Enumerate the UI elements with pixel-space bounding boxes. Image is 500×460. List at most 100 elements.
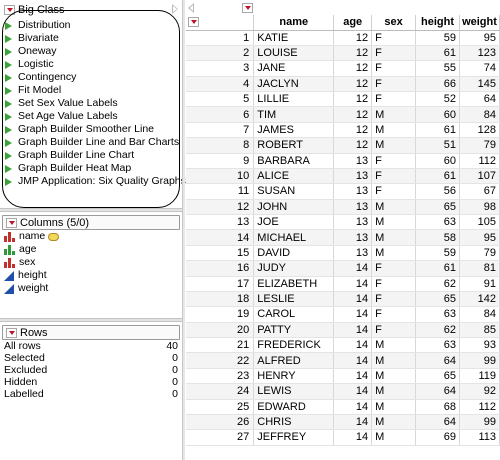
row-number[interactable]: 1	[186, 30, 255, 46]
cell-age[interactable]: 14	[333, 399, 373, 415]
script-item[interactable]: Graph Builder Smoother Line	[5, 123, 186, 136]
cell-age[interactable]: 14	[333, 352, 373, 369]
cell-age[interactable]: 14	[333, 260, 373, 277]
cell-name[interactable]: LEWIS	[253, 383, 335, 400]
cell-age[interactable]: 12	[333, 137, 373, 154]
cell-age[interactable]: 14	[333, 414, 373, 431]
cell-sex[interactable]: F	[371, 276, 417, 292]
cell-name[interactable]: KATIE	[253, 30, 335, 46]
cell-age[interactable]: 14	[333, 368, 373, 385]
table-row[interactable]: 25 EDWARD 14 M 68 112	[186, 399, 500, 415]
cell-height[interactable]: 55	[415, 60, 460, 77]
cell-age[interactable]: 13	[333, 199, 373, 216]
cell-sex[interactable]: M	[371, 399, 417, 415]
cell-weight[interactable]: 74	[459, 60, 500, 77]
columns-menu-red-triangle-icon[interactable]	[6, 217, 17, 228]
script-item[interactable]: Set Sex Value Labels	[5, 97, 186, 110]
cell-height[interactable]: 52	[415, 91, 460, 108]
cell-sex[interactable]: F	[371, 91, 417, 108]
cell-weight[interactable]: 92	[459, 383, 500, 400]
table-row[interactable]: 14 MICHAEL 13 M 58 95	[186, 229, 500, 246]
column-item-height[interactable]: height	[2, 269, 180, 282]
table-row[interactable]: 8 ROBERT 12 M 51 79	[186, 137, 500, 154]
table-row[interactable]: 2 LOUISE 12 F 61 123	[186, 45, 500, 62]
table-row[interactable]: 9 BARBARA 13 F 60 112	[186, 153, 500, 169]
cell-sex[interactable]: F	[371, 153, 417, 169]
cell-height[interactable]: 68	[415, 399, 460, 415]
script-item[interactable]: Graph Builder Line and Bar Charts	[5, 136, 186, 149]
row-number[interactable]: 7	[186, 122, 255, 139]
cell-sex[interactable]: M	[371, 122, 417, 139]
row-number[interactable]: 16	[186, 260, 255, 277]
cell-name[interactable]: DAVID	[253, 245, 335, 262]
column-item-sex[interactable]: sex	[2, 256, 180, 269]
script-item[interactable]: Bivariate	[5, 32, 186, 45]
cell-sex[interactable]: M	[371, 106, 417, 123]
cell-weight[interactable]: 84	[459, 106, 500, 123]
cell-name[interactable]: CHRIS	[253, 414, 335, 431]
cell-name[interactable]: PATTY	[253, 322, 335, 339]
cell-name[interactable]: LILLIE	[253, 91, 335, 108]
row-number[interactable]: 18	[186, 291, 255, 308]
row-number[interactable]: 9	[186, 153, 255, 169]
cell-weight[interactable]: 79	[459, 245, 500, 262]
script-item[interactable]: JMP Application: Six Quality Graphs	[5, 175, 186, 188]
cell-name[interactable]: ELIZABETH	[253, 276, 335, 292]
script-item[interactable]: Fit Model	[5, 84, 186, 97]
table-row[interactable]: 23 HENRY 14 M 65 119	[186, 368, 500, 385]
cell-age[interactable]: 13	[333, 183, 373, 200]
cell-age[interactable]: 13	[333, 214, 373, 231]
cell-age[interactable]: 14	[333, 383, 373, 400]
cell-age[interactable]: 12	[333, 60, 373, 77]
table-row[interactable]: 10 ALICE 13 F 61 107	[186, 168, 500, 185]
table-row[interactable]: 1 KATIE 12 F 59 95	[186, 30, 500, 46]
cell-weight[interactable]: 95	[459, 30, 500, 46]
cell-weight[interactable]: 81	[459, 260, 500, 277]
script-item[interactable]: Oneway	[5, 45, 186, 58]
cell-height[interactable]: 64	[415, 414, 460, 431]
cell-height[interactable]: 61	[415, 122, 460, 139]
table-row[interactable]: 22 ALFRED 14 M 64 99	[186, 352, 500, 369]
cell-age[interactable]: 14	[333, 276, 373, 292]
column-header-height[interactable]: height	[415, 15, 460, 31]
cell-weight[interactable]: 112	[459, 399, 500, 415]
row-number[interactable]: 8	[186, 137, 255, 154]
row-number[interactable]: 15	[186, 245, 255, 262]
cell-sex[interactable]: F	[371, 30, 417, 46]
table-row[interactable]: 15 DAVID 13 M 59 79	[186, 245, 500, 262]
cell-name[interactable]: HENRY	[253, 368, 335, 385]
table-row[interactable]: 26 CHRIS 14 M 64 99	[186, 414, 500, 431]
cell-name[interactable]: ALICE	[253, 168, 335, 185]
cell-height[interactable]: 64	[415, 383, 460, 400]
table-row[interactable]: 17 ELIZABETH 14 F 62 91	[186, 276, 500, 292]
table-row[interactable]: 20 PATTY 14 F 62 85	[186, 322, 500, 339]
column-header-age[interactable]: age	[333, 15, 373, 31]
cell-name[interactable]: JACLYN	[253, 76, 335, 93]
cell-name[interactable]: ALFRED	[253, 352, 335, 369]
cell-weight[interactable]: 145	[459, 76, 500, 93]
cell-sex[interactable]: M	[371, 414, 417, 431]
cell-height[interactable]: 62	[415, 276, 460, 292]
table-row[interactable]: 21 FREDERICK 14 M 63 93	[186, 337, 500, 354]
cell-sex[interactable]: F	[371, 306, 417, 323]
cell-weight[interactable]: 112	[459, 153, 500, 169]
row-number[interactable]: 12	[186, 199, 255, 216]
row-number[interactable]: 2	[186, 45, 255, 62]
cell-age[interactable]: 14	[333, 306, 373, 323]
cell-sex[interactable]: F	[371, 322, 417, 339]
cell-weight[interactable]: 95	[459, 229, 500, 246]
cell-height[interactable]: 62	[415, 322, 460, 339]
cell-height[interactable]: 58	[415, 229, 460, 246]
row-number[interactable]: 11	[186, 183, 255, 200]
cell-sex[interactable]: M	[371, 137, 417, 154]
cell-age[interactable]: 12	[333, 76, 373, 93]
cell-sex[interactable]: F	[371, 45, 417, 62]
table-row[interactable]: 18 LESLIE 14 F 65 142	[186, 291, 500, 308]
script-item[interactable]: Distribution	[5, 19, 186, 32]
row-number[interactable]: 21	[186, 337, 255, 354]
cell-weight[interactable]: 84	[459, 306, 500, 323]
column-item-age[interactable]: age	[2, 243, 180, 256]
cell-height[interactable]: 64	[415, 352, 460, 369]
cell-height[interactable]: 60	[415, 153, 460, 169]
cell-age[interactable]: 13	[333, 245, 373, 262]
